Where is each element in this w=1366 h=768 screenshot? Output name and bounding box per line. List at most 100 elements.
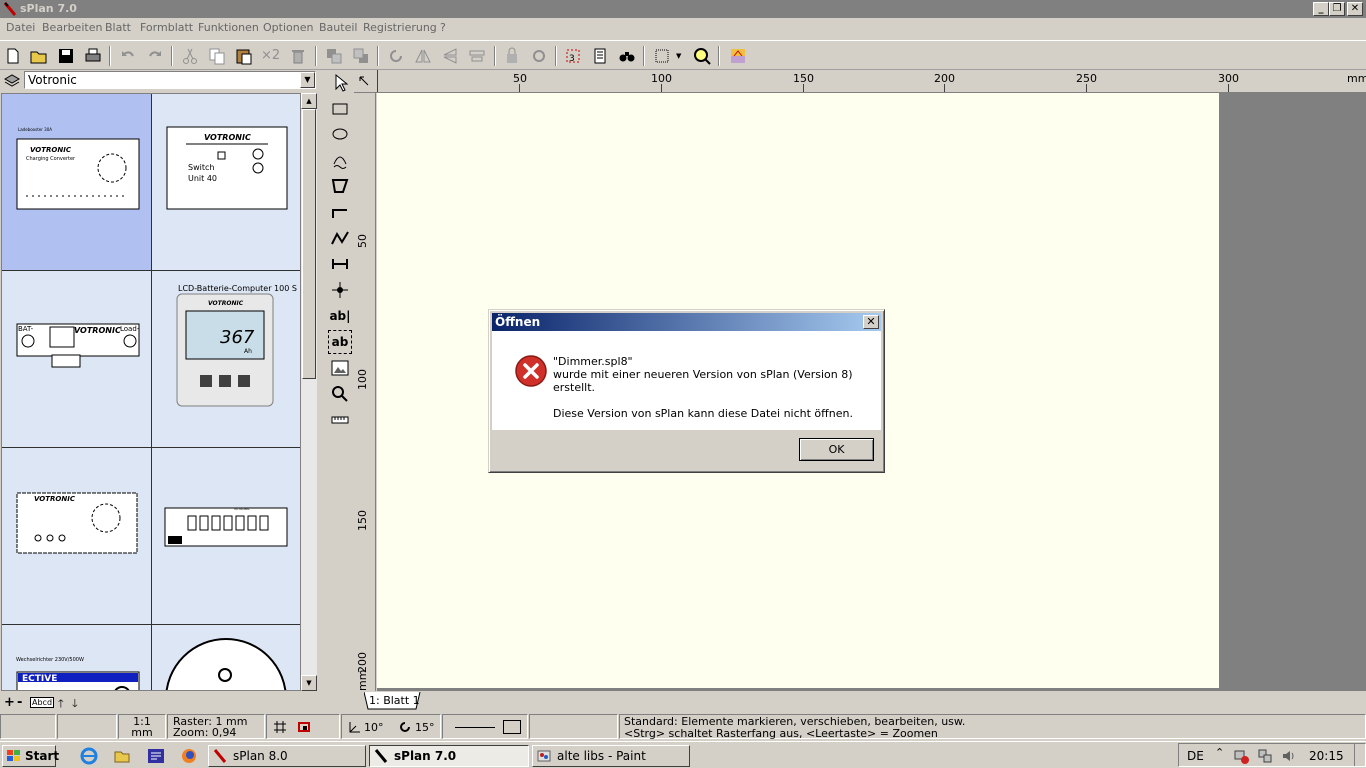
scroll-down-icon[interactable]: ▼ (301, 675, 317, 691)
mirror-horizontal-icon[interactable] (413, 46, 433, 66)
polygon-icon[interactable] (328, 174, 352, 198)
minimize-button[interactable]: _ (1313, 2, 1329, 16)
scale-display[interactable]: 1:1 mm (118, 714, 166, 739)
ungroup-icon[interactable] (529, 46, 549, 66)
binoculars-icon[interactable] (617, 46, 637, 66)
mirror-vertical-icon[interactable] (440, 46, 460, 66)
library-item[interactable]: Wechselrichter 230V/500W ECTIVE (2, 625, 152, 690)
library-item[interactable]: BAT- Load- VOTRONIC (2, 271, 152, 448)
library-icon[interactable] (3, 71, 21, 89)
folder-icon[interactable] (113, 747, 131, 765)
menu-optionen[interactable]: Optionen (263, 21, 313, 34)
component-editor-icon[interactable] (728, 46, 748, 66)
undo-icon[interactable] (118, 46, 138, 66)
ruler-origin-icon[interactable] (358, 75, 370, 87)
task-paint[interactable]: alte libs - Paint (532, 745, 690, 767)
connect-icon[interactable]: 3 (563, 46, 583, 66)
dialog-title-bar[interactable]: Öffnen ✕ (492, 313, 881, 331)
ok-button[interactable]: OK (799, 438, 874, 461)
title-bar: sPlan 7.0 _ ❐ ✕ (0, 0, 1366, 18)
scroll-up-icon[interactable]: ▲ (301, 93, 317, 109)
task-splan-8[interactable]: sPlan 8.0 (208, 745, 366, 767)
library-scrollbar[interactable]: ▲ ▼ (301, 93, 317, 691)
new-file-icon[interactable] (3, 46, 23, 66)
to-back-icon[interactable] (351, 46, 371, 66)
copy-icon[interactable] (207, 46, 227, 66)
close-button[interactable]: ✕ (1347, 2, 1363, 16)
rectangle-icon[interactable] (328, 97, 352, 121)
tab-blatt-1[interactable]: 1: Blatt 1 (364, 692, 421, 710)
image-icon[interactable] (328, 356, 352, 380)
line-style-panel[interactable] (442, 714, 528, 739)
grid-dropdown-icon[interactable]: ▼ (676, 46, 686, 66)
align-icon[interactable] (467, 46, 487, 66)
menu-formblatt[interactable]: Formblatt (140, 21, 193, 34)
zoom-icon[interactable] (692, 46, 712, 66)
tray-expand-icon[interactable]: ⌃ (1215, 746, 1224, 759)
save-icon[interactable] (56, 46, 76, 66)
pointer-icon[interactable] (328, 71, 352, 95)
chevron-down-icon[interactable]: ▼ (300, 72, 315, 88)
menu-blatt[interactable]: Blatt (105, 21, 131, 34)
duplicate-button[interactable]: ×2 (261, 46, 281, 66)
library-item[interactable]: VOTRONIC (2, 448, 152, 625)
clock[interactable]: 20:15 (1309, 749, 1344, 763)
polyline-icon[interactable] (328, 226, 352, 250)
menu-registrierung[interactable]: Registrierung (363, 21, 437, 34)
junction-icon[interactable] (328, 278, 352, 302)
open-folder-icon[interactable] (29, 46, 49, 66)
delete-icon[interactable] (288, 46, 308, 66)
ruler-icon[interactable] (328, 408, 352, 432)
library-item[interactable]: VOTRONIC (152, 448, 300, 625)
raster-display[interactable]: Raster: 1 mm Zoom: 0,94 (167, 714, 265, 739)
print-icon[interactable] (83, 46, 103, 66)
grid-icon[interactable] (652, 46, 672, 66)
tag-label[interactable]: Abcd (30, 697, 55, 708)
network-error-icon[interactable] (1233, 748, 1249, 764)
angle-icon[interactable] (348, 720, 362, 734)
redo-icon[interactable] (145, 46, 165, 66)
menu-funktionen[interactable]: Funktionen (198, 21, 259, 34)
internet-explorer-icon[interactable] (80, 747, 98, 765)
rotate-icon[interactable] (386, 46, 406, 66)
magnifier-icon[interactable] (328, 382, 352, 406)
arc-icon[interactable] (328, 148, 352, 172)
ellipse-icon[interactable] (328, 122, 352, 146)
library-item[interactable] (152, 625, 300, 690)
remove-icon[interactable]: - (17, 695, 22, 710)
paste-icon[interactable] (234, 46, 254, 66)
rotate-angle-icon[interactable] (398, 720, 412, 734)
restore-button[interactable]: ❐ (1329, 2, 1345, 16)
move-down-icon[interactable]: 🡓 (72, 695, 78, 714)
to-front-icon[interactable] (324, 46, 344, 66)
menu-bearbeiten[interactable]: Bearbeiten (42, 21, 102, 34)
cut-icon[interactable] (180, 46, 200, 66)
library-item[interactable]: Ladebooster 30A VOTRONIC Charging Conver… (2, 94, 152, 271)
grid-snap-icon[interactable] (273, 720, 287, 734)
group-icon[interactable] (502, 46, 522, 66)
scroll-thumb[interactable] (302, 109, 316, 379)
library-item[interactable]: LCD-Batterie-Computer 100 S VOTRONIC 367… (152, 271, 300, 448)
library-item[interactable]: VOTRONIC Switch Unit 40 (152, 94, 300, 271)
language-indicator[interactable]: DE (1187, 749, 1204, 763)
text-icon[interactable]: ab| (328, 304, 352, 328)
line-icon[interactable] (328, 200, 352, 224)
close-icon[interactable]: ✕ (863, 315, 879, 329)
menu-bauteil[interactable]: Bauteil (319, 21, 357, 34)
firefox-icon[interactable] (180, 747, 198, 765)
parts-list-icon[interactable] (590, 46, 610, 66)
dimension-icon[interactable] (328, 252, 352, 276)
menu-datei[interactable]: Datei (6, 21, 35, 34)
terminal-icon[interactable] (147, 747, 165, 765)
add-icon[interactable]: + (4, 695, 15, 710)
library-select[interactable]: Votronic ▼ (24, 71, 316, 89)
textbox-icon[interactable]: ab (328, 330, 352, 354)
magnet-icon[interactable] (297, 720, 311, 734)
network-icon[interactable] (1257, 748, 1273, 764)
start-button[interactable]: Start (2, 745, 59, 767)
show-desktop-button[interactable] (1354, 744, 1364, 766)
task-splan-7[interactable]: sPlan 7.0 (369, 745, 529, 767)
move-up-icon[interactable]: 🡑 (58, 695, 64, 714)
menu-help[interactable]: ? (440, 21, 446, 34)
volume-icon[interactable] (1281, 748, 1297, 764)
